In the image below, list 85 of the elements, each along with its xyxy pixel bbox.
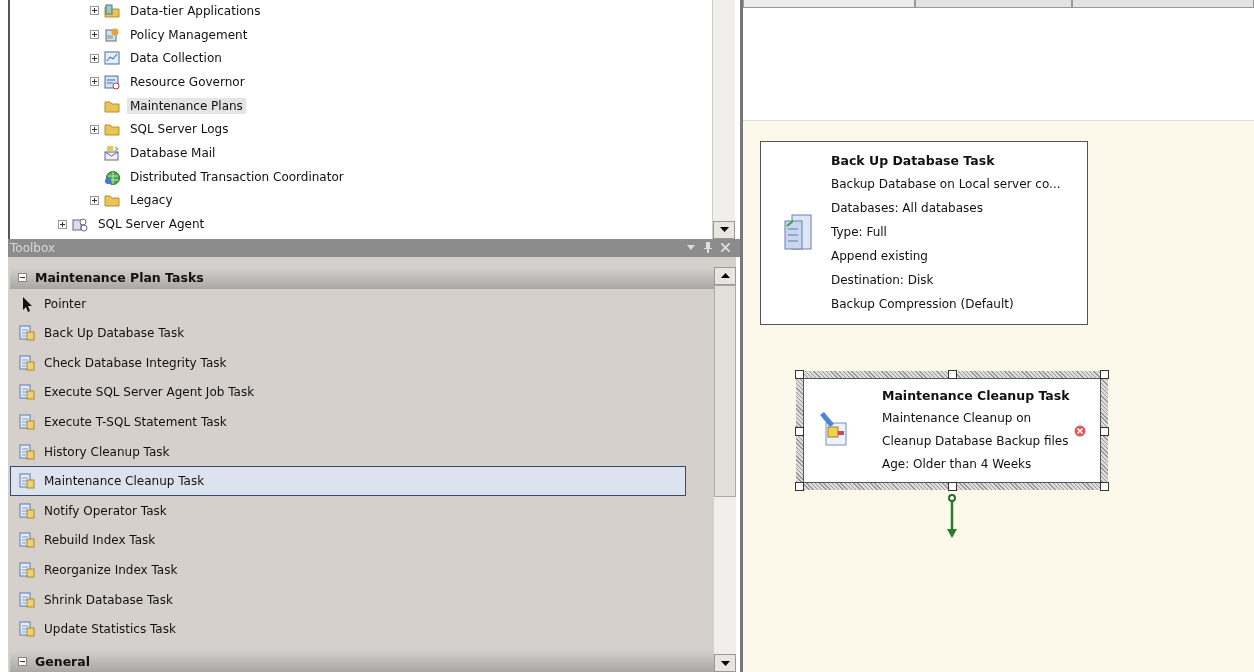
task-icon (18, 472, 36, 491)
task-icon (18, 383, 36, 402)
scrollbar[interactable] (714, 266, 736, 672)
resize-handle[interactable] (1099, 426, 1109, 436)
expand-icon[interactable] (90, 195, 99, 205)
tree-item[interactable]: Data-tier Applications (127, 2, 264, 19)
down-arrow-icon (720, 660, 730, 666)
task-title: Back Up Database Task (831, 152, 996, 170)
scroll-down-button[interactable] (713, 220, 735, 239)
gauge-icon (104, 73, 122, 90)
tree-item[interactable]: Legacy (127, 192, 176, 209)
globe-icon (104, 168, 122, 185)
resize-handle[interactable] (795, 370, 804, 379)
task-icon (783, 213, 813, 253)
toolbox-item[interactable]: History Cleanup Task (10, 436, 686, 467)
toolbox-item[interactable]: Reorganize Index Task (10, 555, 686, 585)
toolbox-item[interactable]: Pointer (10, 288, 686, 319)
toolbox-section-header[interactable]: General (10, 650, 714, 672)
task-icon (18, 620, 36, 639)
expand-icon[interactable] (90, 77, 99, 87)
expand-icon[interactable] (90, 30, 99, 40)
task-title: Maintenance Cleanup Task (882, 387, 1070, 405)
toolbox-item[interactable]: Update Statistics Task (10, 614, 686, 644)
mail-icon (104, 144, 122, 161)
collapse-icon[interactable] (18, 273, 27, 283)
folder-icon (104, 192, 122, 209)
tree-item[interactable]: Database Mail (127, 144, 219, 161)
task-icon (18, 413, 36, 432)
task-icon (18, 353, 36, 372)
task-detail: Backup Compression (Default) (831, 296, 1015, 313)
tree-item[interactable]: Maintenance Plans (127, 97, 246, 114)
resize-handle[interactable] (795, 482, 804, 491)
resize-handle[interactable] (1099, 370, 1109, 379)
toolbox-title: Toolbox (10, 240, 55, 255)
tree-item[interactable]: Distributed Transaction Coordinator (127, 168, 347, 185)
toolbox-item[interactable]: Execute SQL Server Agent Job Task (10, 377, 686, 408)
toolbox-item[interactable]: Back Up Database Task (10, 318, 686, 349)
task-icon (18, 501, 36, 520)
folder-icon (104, 121, 122, 138)
task-detail: Age: Older than 4 Weeks (882, 456, 1033, 473)
expand-icon[interactable] (90, 124, 99, 134)
chart-icon (104, 50, 122, 67)
task-icon (18, 324, 36, 343)
task-detail: Cleanup Database Backup files (882, 433, 1070, 450)
scroll-up-button[interactable] (714, 266, 736, 285)
task-detail: Backup Database on Local server co... (831, 176, 1061, 193)
tree-item[interactable]: Policy Management (127, 26, 251, 43)
expand-icon[interactable] (58, 219, 67, 229)
toolbox-section-header[interactable]: Maintenance Plan Tasks (10, 266, 714, 289)
resize-handle[interactable] (947, 482, 957, 491)
expand-icon[interactable] (90, 6, 99, 16)
scroll-thumb[interactable] (714, 284, 736, 497)
resize-handle[interactable] (795, 426, 804, 436)
resize-handle[interactable] (1099, 482, 1109, 491)
resize-handle[interactable] (947, 370, 957, 379)
task-shape[interactable]: Maintenance Cleanup Task Maintenance Cleanup on Cleanup Database Backup files Age: Older than 4 Weeks (803, 378, 1101, 483)
tree-item[interactable]: Data Collection (127, 50, 225, 67)
down-arrow-icon (719, 227, 729, 233)
scrollbar[interactable] (712, 0, 735, 239)
agent-icon (72, 216, 90, 233)
toolbox-item[interactable]: Maintenance Cleanup Task (10, 466, 686, 497)
toolbox-item[interactable]: Rebuild Index Task (10, 525, 686, 556)
toolbox-item[interactable]: Notify Operator Task (10, 496, 686, 526)
task-icon (18, 590, 36, 609)
task-detail: Databases: All databases (831, 200, 984, 217)
task-shape[interactable]: Back Up Database Task Backup Database on Local server co... Databases: All databases Type: Full Append existing Destination: Disk Backup Compression (Default) (760, 141, 1088, 325)
connector-arrow[interactable] (946, 493, 957, 539)
task-detail: Maintenance Cleanup on (882, 410, 1033, 427)
tree-item[interactable]: SQL Server Logs (127, 121, 232, 138)
tree-item[interactable]: SQL Server Agent (95, 216, 208, 233)
up-arrow-icon (720, 273, 730, 279)
task-icon (18, 442, 36, 461)
task-icon (18, 561, 36, 579)
task-detail: Destination: Disk (831, 272, 935, 289)
tree-item[interactable]: Resource Governor (127, 73, 248, 90)
task-detail: Type: Full (831, 224, 888, 241)
toolbox-item[interactable]: Execute T-SQL Statement Task (10, 407, 686, 437)
toolbox-item[interactable]: Shrink Database Task (10, 584, 686, 615)
task-icon (18, 531, 36, 550)
toolbox-item[interactable]: Check Database Integrity Task (10, 348, 686, 378)
expand-icon[interactable] (90, 53, 99, 63)
scroll-down-button[interactable] (714, 654, 736, 672)
collapse-icon[interactable] (18, 656, 27, 666)
database-folder-icon (104, 2, 122, 19)
task-detail: Append existing (831, 248, 929, 265)
